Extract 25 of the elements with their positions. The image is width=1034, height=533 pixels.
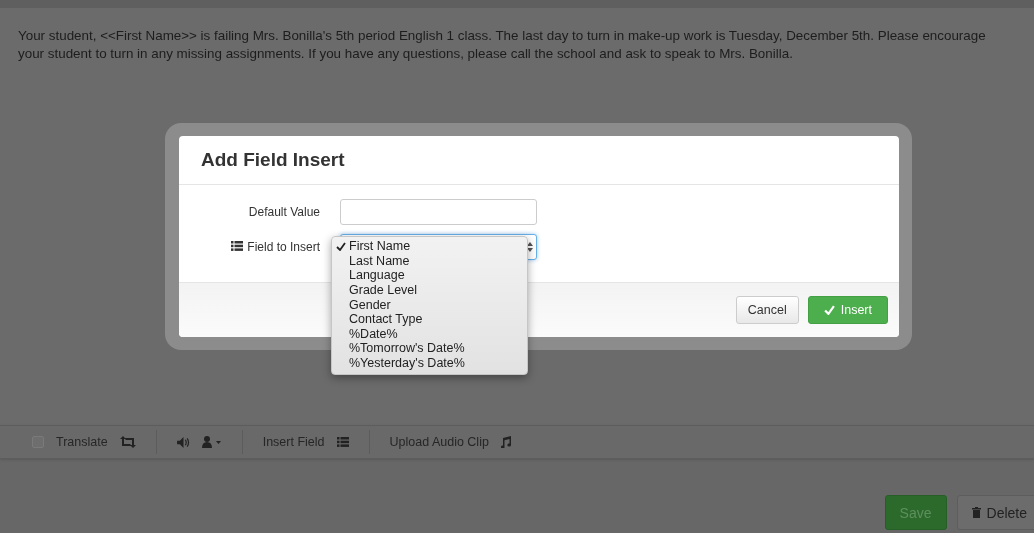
dropdown-option[interactable]: Grade Level [332,282,527,298]
person-dropdown-icon[interactable] [201,436,222,448]
check-icon [823,305,835,315]
dropdown-option[interactable]: Contact Type [332,311,527,327]
dropdown-option[interactable]: %Yesterday's Date% [332,355,527,371]
repeat-icon[interactable] [119,436,136,448]
list-icon [336,437,349,447]
trash-icon [971,507,981,518]
dropdown-option[interactable]: Language [332,268,527,283]
music-note-icon[interactable] [500,436,511,448]
translate-label: Translate [56,435,108,449]
dropdown-option[interactable]: Gender [332,297,527,312]
dropdown-option[interactable]: %Date% [332,326,527,342]
list-icon [231,241,244,251]
message-text: Your student, <<First Name>> is failing Mrs. Bonilla's 5th period English 1 class. The last day to turn in make-up work is Tuesday, December 5th. Please encourage your student to turn in any missing assignments. If you have any questions, please call the school and ask to speak to Mrs. Bonilla. [18,27,987,63]
dropdown-option[interactable]: First Name [332,239,527,254]
default-value-label: Default Value [247,205,320,219]
speaker-icon[interactable] [176,436,190,448]
cancel-button[interactable]: Cancel [735,296,799,324]
default-value-field[interactable] [340,199,537,225]
dropdown-option[interactable]: Last Name [332,253,527,269]
dropdown-option[interactable]: %Tomorrow's Date% [332,341,527,356]
dialog-title: Add Field Insert [201,149,345,171]
field-to-insert-label: Field to Insert [247,240,320,254]
updown-arrows-icon [527,242,533,252]
